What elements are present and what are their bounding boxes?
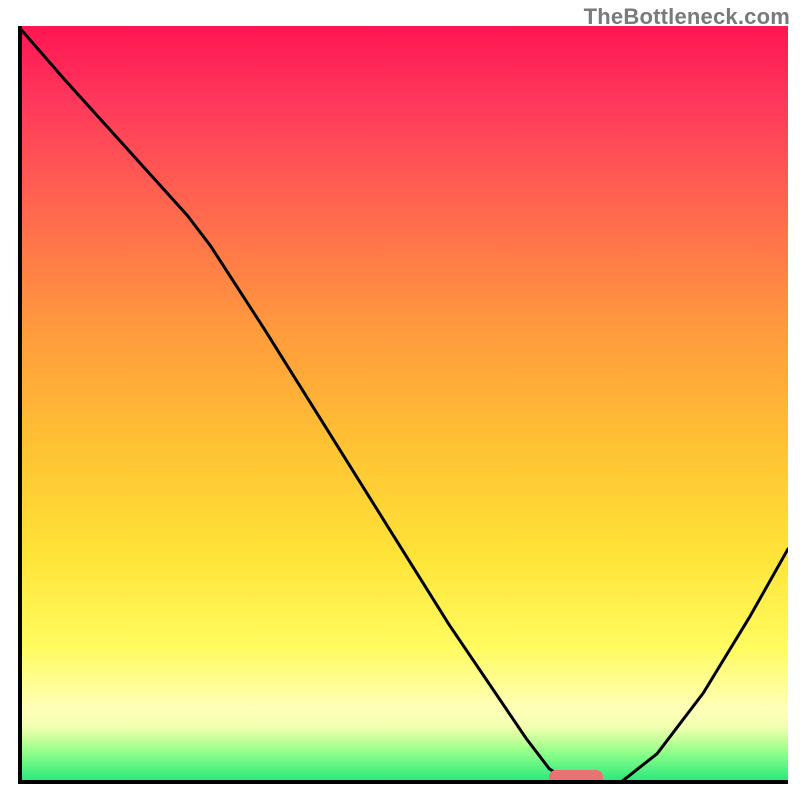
optimal-range-marker (549, 770, 603, 784)
plot-area (18, 26, 788, 784)
chart-stage: TheBottleneck.com (0, 0, 800, 800)
curve-path (18, 26, 788, 784)
bottleneck-curve (18, 26, 788, 784)
